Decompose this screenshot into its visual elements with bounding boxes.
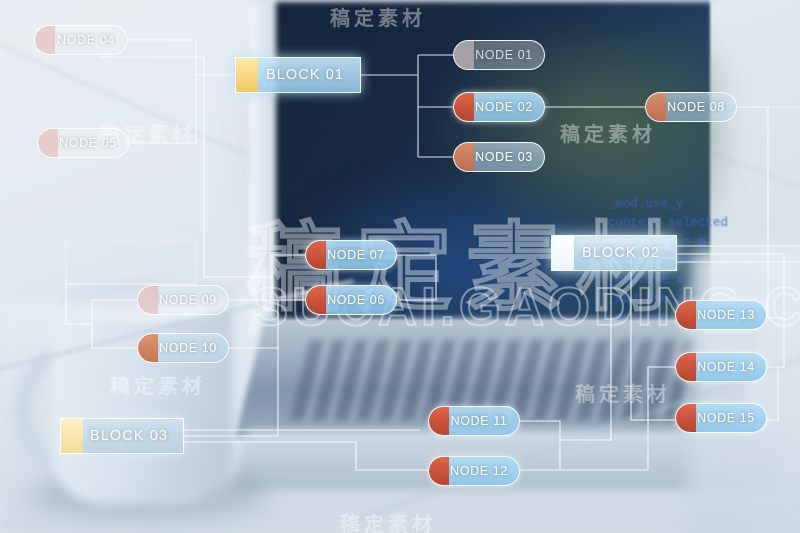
node-10-accent-icon (138, 334, 158, 362)
node-15-accent-icon (676, 404, 696, 432)
node-02[interactable]: NODE 02 (453, 92, 545, 122)
node-07-accent-icon (306, 241, 326, 269)
block-02-label: BLOCK 02 (581, 245, 661, 261)
node-01[interactable]: NODE 01 (453, 40, 545, 70)
node-12-accent-icon (429, 457, 449, 485)
flowchart-overlay: BLOCK 01 BLOCK 02 BLOCK 03 NODE 01 NODE 02 N… (0, 0, 800, 533)
node-05-accent-icon (38, 129, 58, 157)
node-05-label: NODE 05 (59, 136, 117, 150)
node-09-accent-icon (138, 286, 158, 314)
node-06-accent-icon (306, 286, 326, 314)
node-08-accent-icon (646, 93, 666, 121)
node-14[interactable]: NODE 14 (675, 352, 767, 382)
node-09[interactable]: NODE 09 (137, 285, 229, 315)
node-11[interactable]: NODE 11 (428, 406, 520, 436)
node-04-label: NODE 04 (57, 33, 115, 47)
screenshot-root: _mod.use_y context selected operation = … (0, 0, 800, 533)
node-01-label: NODE 01 (475, 48, 533, 62)
node-08-label: NODE 08 (667, 100, 725, 114)
block-03-accent-icon (61, 419, 83, 453)
node-13-accent-icon (676, 301, 696, 329)
node-08[interactable]: NODE 08 (645, 92, 737, 122)
block-03[interactable]: BLOCK 03 (60, 418, 184, 454)
node-14-label: NODE 14 (697, 360, 755, 374)
node-07[interactable]: NODE 07 (305, 240, 397, 270)
block-02-accent-icon (552, 236, 574, 270)
node-01-accent-icon (454, 41, 474, 69)
node-07-label: NODE 07 (327, 248, 385, 262)
node-03-accent-icon (454, 143, 474, 171)
node-10-label: NODE 10 (159, 341, 217, 355)
node-02-label: NODE 02 (475, 100, 533, 114)
block-01-accent-icon (236, 58, 258, 92)
block-02[interactable]: BLOCK 02 (551, 235, 677, 271)
node-06-label: NODE 06 (327, 293, 385, 307)
node-15-label: NODE 15 (697, 411, 755, 425)
node-13[interactable]: NODE 13 (675, 300, 767, 330)
node-06[interactable]: NODE 06 (305, 285, 397, 315)
node-11-accent-icon (429, 407, 449, 435)
node-04[interactable]: NODE 04 (34, 25, 128, 55)
block-01[interactable]: BLOCK 01 (235, 57, 361, 93)
node-03[interactable]: NODE 03 (453, 142, 545, 172)
node-11-label: NODE 11 (450, 414, 508, 428)
block-03-label: BLOCK 03 (89, 428, 169, 444)
node-12[interactable]: NODE 12 (428, 456, 520, 486)
node-03-label: NODE 03 (475, 150, 533, 164)
node-14-accent-icon (676, 353, 696, 381)
node-15[interactable]: NODE 15 (675, 403, 767, 433)
node-12-label: NODE 12 (450, 464, 508, 478)
node-10[interactable]: NODE 10 (137, 333, 229, 363)
node-02-accent-icon (454, 93, 474, 121)
node-13-label: NODE 13 (697, 308, 755, 322)
node-09-label: NODE 09 (159, 293, 217, 307)
node-05[interactable]: NODE 05 (37, 128, 129, 158)
node-04-accent-icon (35, 26, 55, 54)
block-01-label: BLOCK 01 (265, 67, 345, 83)
